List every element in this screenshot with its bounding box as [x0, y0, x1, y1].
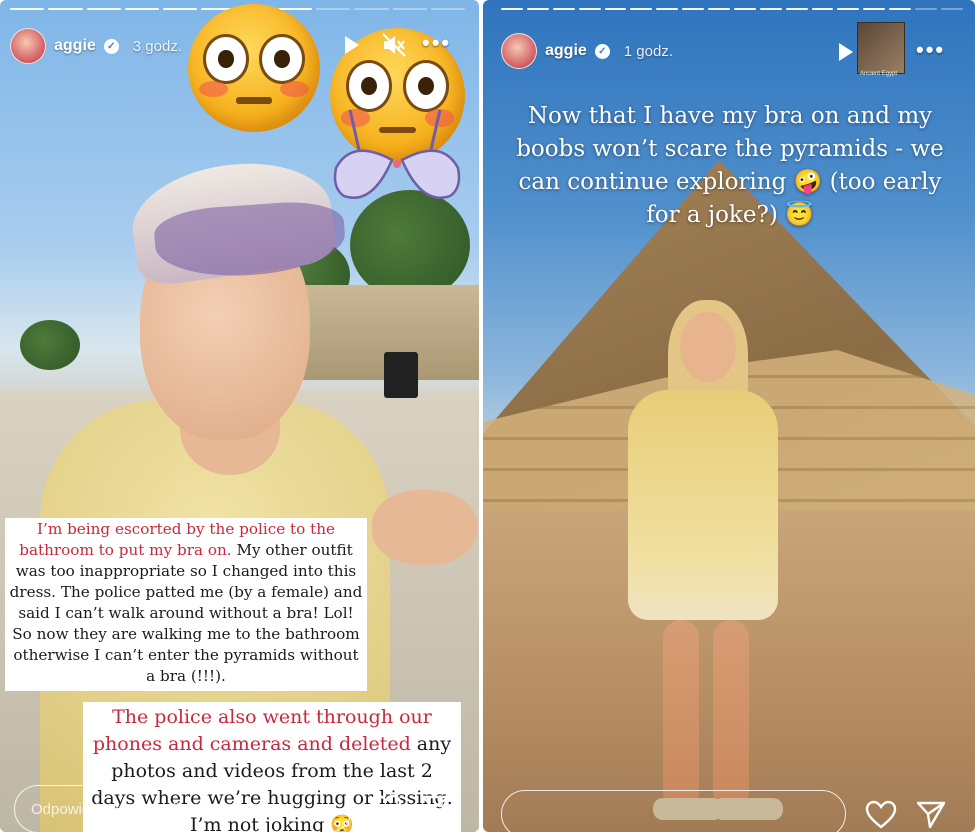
progress-segment — [604, 8, 627, 10]
face — [680, 312, 736, 382]
flushed-face-sticker-icon — [188, 4, 320, 132]
music-sticker-label: Ancient Egypt — [860, 71, 898, 77]
progress-segment — [354, 8, 389, 10]
post-time: 3 godz. — [132, 37, 183, 55]
progress-segment — [708, 8, 730, 10]
avatar[interactable] — [501, 33, 537, 69]
progress-segment — [733, 8, 756, 10]
progress-segment — [163, 8, 198, 10]
progress-segment — [316, 8, 351, 10]
leg — [713, 620, 749, 810]
verified-badge-icon: ✓ — [103, 38, 119, 54]
progress-segment — [785, 8, 808, 10]
speaker-muted-icon[interactable] — [381, 32, 407, 58]
send-icon[interactable] — [915, 800, 947, 830]
leg — [663, 620, 699, 810]
music-sticker[interactable]: Ancient Egypt — [857, 22, 905, 77]
progress-segment — [915, 8, 937, 10]
progress-segment — [837, 8, 860, 10]
progress-segment — [630, 8, 653, 10]
progress-segment — [889, 8, 911, 10]
progress-segment — [86, 8, 121, 10]
progress-segment — [940, 8, 963, 10]
caption-text: My other outfit was too inappropriate so… — [9, 541, 363, 685]
bra-sticker-icon — [333, 109, 461, 199]
woman-standing — [618, 300, 788, 832]
progress-segment — [501, 8, 523, 10]
username[interactable]: aggie — [545, 42, 587, 60]
progress-segment — [10, 8, 45, 10]
reply-input[interactable] — [501, 790, 846, 832]
progress-segment — [682, 8, 704, 10]
caption-highlight: The police also went through our phones … — [92, 706, 432, 755]
progress-segment — [430, 8, 465, 10]
play-icon[interactable] — [839, 43, 853, 61]
heart-icon[interactable] — [865, 800, 897, 830]
progress-segment — [759, 8, 782, 10]
progress-segment — [526, 8, 549, 10]
reply-placeholder: Odpowiedz użytkownikowi aggie... — [31, 800, 260, 818]
progress-segment — [656, 8, 679, 10]
story-progress-bar — [501, 8, 963, 10]
progress-segment — [578, 8, 601, 10]
verified-badge-icon: ✓ — [594, 43, 610, 59]
story-header: aggie ✓ 1 godz. — [501, 33, 673, 69]
progress-segment — [392, 8, 427, 10]
story-headline: Now that I have my bra on and my boobs w… — [516, 103, 944, 228]
yellow-dress — [628, 390, 778, 620]
progress-segment — [552, 8, 575, 10]
play-icon[interactable] — [345, 36, 359, 54]
username[interactable]: aggie — [54, 37, 96, 55]
more-options-icon[interactable]: ••• — [916, 37, 945, 63]
story-header: aggie ✓ 3 godz. — [10, 28, 182, 64]
progress-segment — [48, 8, 83, 10]
send-icon[interactable] — [420, 794, 452, 824]
story-caption: I’m being escorted by the police to the … — [5, 518, 367, 691]
avatar[interactable] — [10, 28, 46, 64]
progress-segment — [811, 8, 834, 10]
reply-input[interactable]: Odpowiedz użytkownikowi aggie... — [14, 785, 352, 832]
hand — [372, 490, 477, 565]
progress-segment — [863, 8, 886, 10]
heart-icon[interactable] — [370, 794, 402, 824]
more-options-icon[interactable]: ••• — [422, 30, 451, 56]
progress-segment — [124, 8, 159, 10]
story-left[interactable]: aggie ✓ 3 godz. ••• I’m being escorted b… — [0, 0, 479, 832]
post-time: 1 godz. — [623, 42, 674, 60]
